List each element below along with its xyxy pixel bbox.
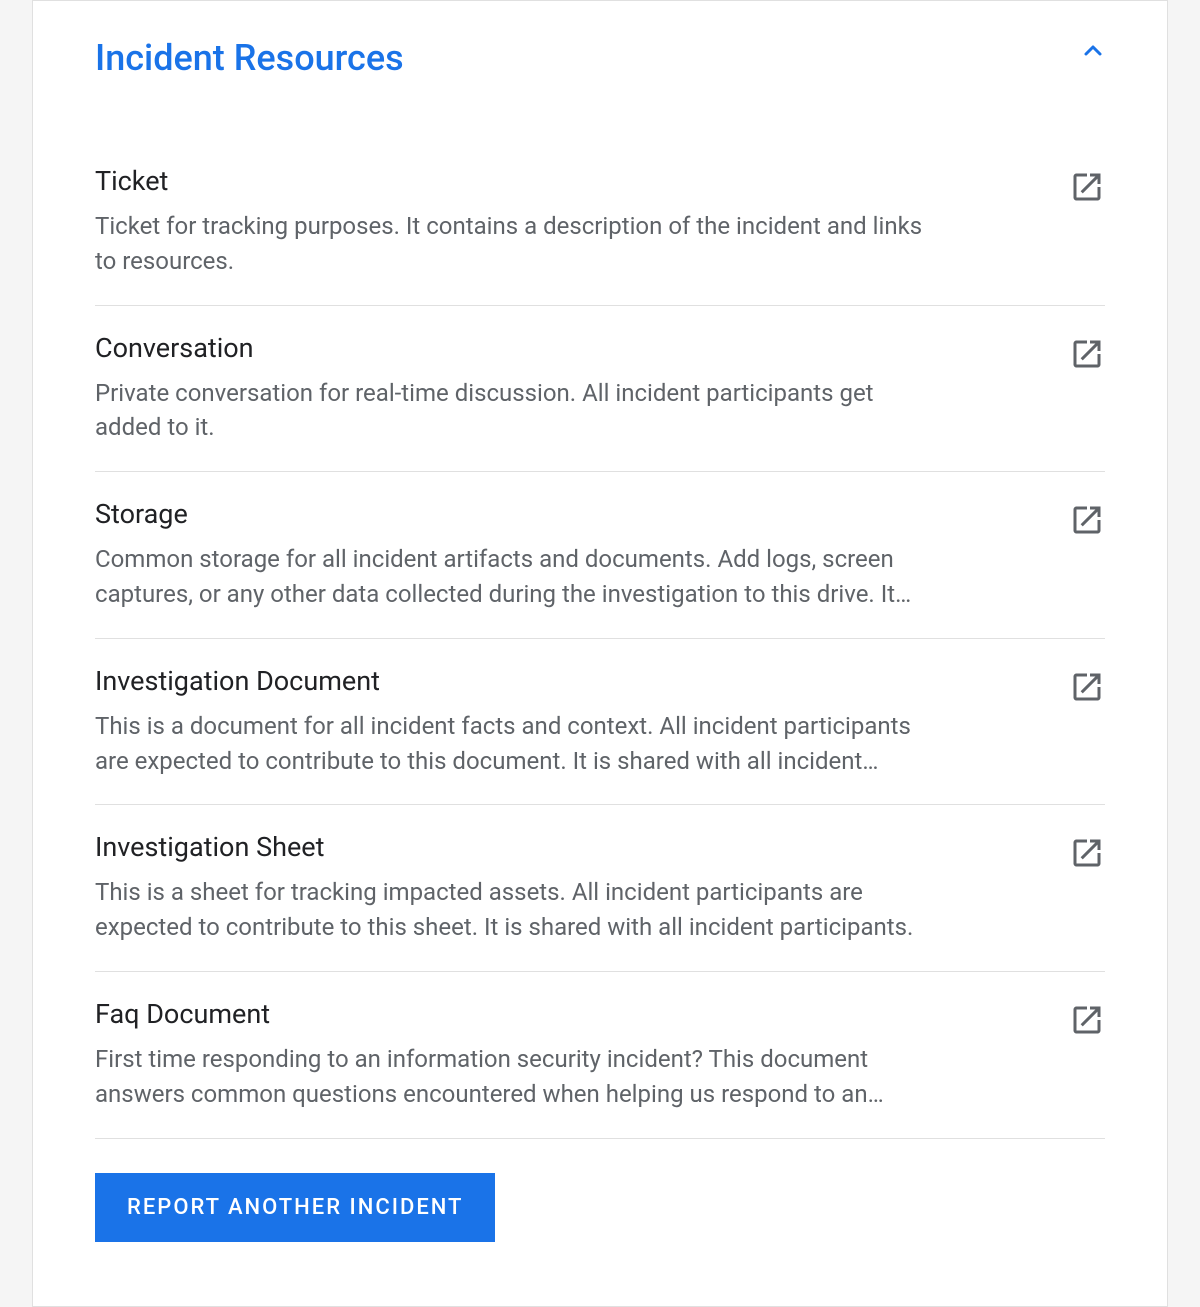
resource-description: First time responding to an information …: [95, 1042, 935, 1112]
incident-resources-panel: Incident Resources Ticket Ticket for tra…: [32, 0, 1168, 1307]
resource-description: Ticket for tracking purposes. It contain…: [95, 209, 935, 279]
resource-item-investigation-document[interactable]: Investigation Document This is a documen…: [95, 639, 1105, 806]
open-external-icon[interactable]: [1069, 835, 1105, 871]
resource-item-conversation[interactable]: Conversation Private conversation for re…: [95, 306, 1105, 473]
resource-text: Faq Document First time responding to an…: [95, 998, 935, 1112]
resource-item-investigation-sheet[interactable]: Investigation Sheet This is a sheet for …: [95, 805, 1105, 972]
resource-description: Private conversation for real-time discu…: [95, 376, 935, 446]
open-external-icon[interactable]: [1069, 1002, 1105, 1038]
resource-description: This is a document for all incident fact…: [95, 709, 935, 779]
resource-title: Faq Document: [95, 998, 935, 1030]
resource-item-faq-document[interactable]: Faq Document First time responding to an…: [95, 972, 1105, 1139]
open-external-icon[interactable]: [1069, 336, 1105, 372]
collapse-icon[interactable]: [1081, 39, 1105, 63]
section-title: Incident Resources: [95, 37, 404, 79]
resource-title: Ticket: [95, 165, 935, 197]
resource-title: Storage: [95, 498, 935, 530]
resource-text: Storage Common storage for all incident …: [95, 498, 935, 612]
open-external-icon[interactable]: [1069, 502, 1105, 538]
resource-text: Investigation Document This is a documen…: [95, 665, 935, 779]
resource-title: Conversation: [95, 332, 935, 364]
resource-text: Conversation Private conversation for re…: [95, 332, 935, 446]
section-header: Incident Resources: [95, 37, 1105, 139]
resource-title: Investigation Sheet: [95, 831, 935, 863]
resource-description: Common storage for all incident artifact…: [95, 542, 935, 612]
resource-item-storage[interactable]: Storage Common storage for all incident …: [95, 472, 1105, 639]
resource-text: Investigation Sheet This is a sheet for …: [95, 831, 935, 945]
resource-item-ticket[interactable]: Ticket Ticket for tracking purposes. It …: [95, 139, 1105, 306]
open-external-icon[interactable]: [1069, 169, 1105, 205]
open-external-icon[interactable]: [1069, 669, 1105, 705]
report-another-incident-button[interactable]: REPORT ANOTHER INCIDENT: [95, 1173, 495, 1242]
resource-title: Investigation Document: [95, 665, 935, 697]
resource-text: Ticket Ticket for tracking purposes. It …: [95, 165, 935, 279]
resource-description: This is a sheet for tracking impacted as…: [95, 875, 935, 945]
